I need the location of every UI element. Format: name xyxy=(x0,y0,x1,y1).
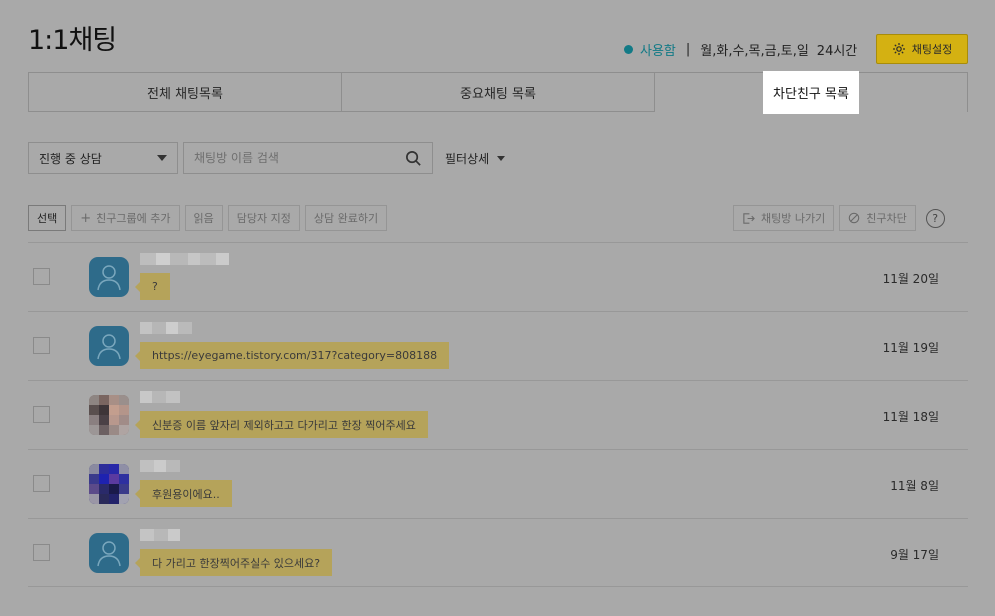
blurred-name xyxy=(140,460,180,472)
mark-read-label: 읽음 xyxy=(193,212,214,225)
leave-chat-button[interactable]: 채팅방 나가기 xyxy=(733,205,835,231)
gear-icon xyxy=(892,43,905,55)
tab-all-chats[interactable]: 전체 채팅목록 xyxy=(29,73,342,112)
blurred-name xyxy=(140,322,192,334)
select-button[interactable]: 선택 xyxy=(28,205,67,231)
block-friend-button[interactable]: 친구차단 xyxy=(839,205,916,231)
complete-consultation-button[interactable]: 상담 완료하기 xyxy=(304,205,388,231)
chat-list-tabs: 전체 채팅목록 중요채팅 목록 차단친구 목록 xyxy=(28,71,968,114)
operating-hours: 24시간 xyxy=(816,43,858,59)
row-checkbox[interactable] xyxy=(33,337,50,354)
last-message: 후원용이에요.. xyxy=(135,480,232,507)
blurred-name xyxy=(140,529,180,541)
toolbar-left: 선택 + 친구그룹에 추가 읽음 담당자 지정 상담 완료하기 xyxy=(28,205,392,231)
profile-photo-avatar xyxy=(89,464,129,504)
block-friend-label: 친구차단 xyxy=(866,212,907,225)
chat-settings-label: 채팅설정 xyxy=(911,43,953,56)
toolbar-right: 채팅방 나가기 친구차단 ? xyxy=(733,205,945,231)
row-checkbox[interactable] xyxy=(33,544,50,561)
chat-date: 11월 19일 xyxy=(882,341,939,355)
chat-date: 9월 17일 xyxy=(890,548,939,562)
help-icon[interactable]: ? xyxy=(925,208,945,228)
page-title: 1:1채팅 xyxy=(28,25,117,56)
last-message: 신분증 이름 앞자리 제외하고고 다가리고 한장 찍어주세요 xyxy=(135,411,428,438)
profile-photo-avatar xyxy=(89,395,129,435)
last-message: 다 가리고 한장찍어주실수 있으세요? xyxy=(134,549,333,576)
last-message: ? xyxy=(135,273,170,300)
chevron-down-icon xyxy=(157,155,167,161)
chat-status-select-value: 진행 중 상담 xyxy=(39,151,102,166)
caret-down-icon xyxy=(497,156,506,161)
chat-status-select[interactable]: 진행 중 상담 xyxy=(28,142,178,174)
blurred-name xyxy=(140,391,180,403)
tab-blocked-friends[interactable]: 차단친구 목록 xyxy=(655,71,967,114)
tab-all-chats-label: 전체 채팅목록 xyxy=(147,86,223,102)
status-separator: | xyxy=(685,41,691,57)
chat-settings-button[interactable]: 채팅설정 xyxy=(876,34,968,64)
block-icon xyxy=(848,212,860,224)
filter-detail-button[interactable]: 필터상세 xyxy=(445,150,506,167)
assign-manager-label: 담당자 지정 xyxy=(236,212,291,225)
default-avatar-icon xyxy=(89,257,129,297)
blurred-name xyxy=(140,253,229,265)
chat-row[interactable]: 다 가리고 한장찍어주실수 있으세요? 9월 17일 xyxy=(28,518,968,587)
chat-row[interactable]: https://eyegame.tistory.com/317?category… xyxy=(28,311,968,380)
select-button-label: 선택 xyxy=(37,212,58,225)
last-message: https://eyegame.tistory.com/317?category… xyxy=(134,342,450,369)
row-checkbox[interactable] xyxy=(33,406,50,423)
status-label: 사용함 xyxy=(640,43,676,59)
tab-important-chats-label: 중요채팅 목록 xyxy=(460,86,536,102)
status-dot-icon xyxy=(624,44,633,54)
chat-list: ? 11월 20일 https://eyegame.tistory.com/31… xyxy=(28,242,968,587)
tab-important-chats[interactable]: 중요채팅 목록 xyxy=(342,73,655,112)
add-to-friend-group-label: 친구그룹에 추가 xyxy=(96,212,171,225)
leave-chat-label: 채팅방 나가기 xyxy=(761,212,826,225)
chat-row[interactable]: ? 11월 20일 xyxy=(28,242,968,311)
chat-date: 11월 18일 xyxy=(882,410,939,424)
chat-date: 11월 20일 xyxy=(882,272,939,286)
chat-row[interactable]: 후원용이에요.. 11월 8일 xyxy=(28,449,968,518)
mark-read-button[interactable]: 읽음 xyxy=(184,205,223,231)
search-icon[interactable] xyxy=(405,150,422,167)
chat-status: 사용함 | 월,화,수,목,금,토,일 24시간 xyxy=(624,40,858,59)
chat-date: 11월 8일 xyxy=(890,479,939,493)
plus-icon: + xyxy=(80,210,92,226)
complete-consultation-label: 상담 완료하기 xyxy=(313,212,379,225)
row-checkbox[interactable] xyxy=(33,475,50,492)
chat-row[interactable]: 신분증 이름 앞자리 제외하고고 다가리고 한장 찍어주세요 11월 18일 xyxy=(28,380,968,449)
add-to-friend-group-button[interactable]: + 친구그룹에 추가 xyxy=(71,205,180,231)
default-avatar-icon xyxy=(89,533,129,573)
operating-days: 월,화,수,목,금,토,일 xyxy=(700,43,809,59)
tab-blocked-friends-label: 차단친구 목록 xyxy=(763,71,859,114)
assign-manager-button[interactable]: 담당자 지정 xyxy=(227,205,300,231)
default-avatar-icon xyxy=(89,326,129,366)
search-input[interactable] xyxy=(194,151,405,165)
search-box xyxy=(183,142,433,174)
row-checkbox[interactable] xyxy=(33,268,50,285)
filter-detail-label: 필터상세 xyxy=(445,152,490,166)
exit-icon xyxy=(743,212,755,224)
